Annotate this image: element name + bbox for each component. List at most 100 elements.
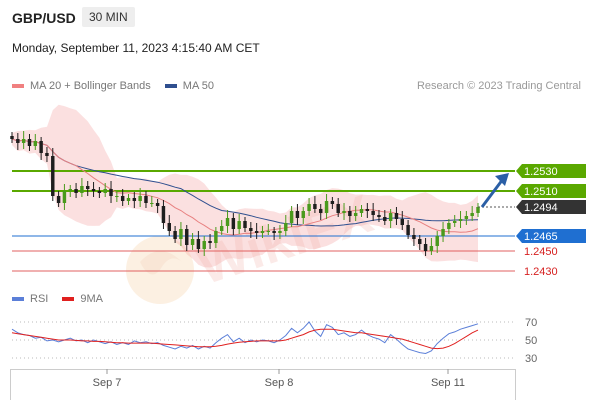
candle-body bbox=[219, 226, 224, 231]
candle-body bbox=[173, 231, 177, 239]
candle-body bbox=[161, 206, 166, 223]
candle-body bbox=[33, 141, 38, 146]
candle-body bbox=[16, 139, 20, 143]
candle-body bbox=[243, 221, 247, 228]
level-tag-label: 1.2465 bbox=[524, 231, 558, 243]
level-tag-label: 1.2450 bbox=[524, 246, 558, 258]
candle-body bbox=[10, 136, 14, 139]
forecast-arrow-shaft bbox=[480, 178, 505, 208]
candle-body bbox=[452, 221, 457, 223]
candle-body bbox=[254, 231, 259, 233]
candle-body bbox=[295, 211, 300, 218]
candle-body bbox=[74, 189, 78, 193]
candle-body bbox=[155, 203, 160, 206]
candle-body bbox=[80, 186, 84, 193]
level-tag: 1.2465 bbox=[516, 229, 586, 243]
candle-body bbox=[464, 216, 469, 219]
candle-body bbox=[272, 231, 276, 233]
candle-body bbox=[383, 217, 387, 221]
rsi-9ma-line bbox=[11, 328, 479, 350]
candle-body bbox=[412, 235, 416, 239]
candle-body bbox=[202, 241, 206, 249]
level-tag-label: 1.2530 bbox=[524, 166, 558, 178]
candle-body bbox=[284, 223, 288, 231]
candle-body bbox=[62, 191, 67, 203]
level-tag: 1.2510 bbox=[516, 184, 586, 198]
candle-body bbox=[51, 156, 55, 196]
level-tag-label: 1.2510 bbox=[524, 186, 558, 198]
candle-body bbox=[185, 229, 189, 245]
x-tick-label: Sep 11 bbox=[431, 377, 465, 389]
x-tick-label: Sep 7 bbox=[93, 377, 122, 389]
candle-body bbox=[400, 219, 405, 225]
candle-body bbox=[208, 241, 212, 243]
candle-body bbox=[313, 204, 317, 209]
rsi-line bbox=[11, 321, 479, 355]
candle-body bbox=[85, 186, 90, 189]
candle-body bbox=[388, 213, 393, 221]
level-tag-label: 1.2430 bbox=[524, 266, 558, 278]
candle-body bbox=[231, 218, 236, 229]
forecast-arrow-head bbox=[495, 173, 509, 186]
price-chart: WikiFX 1.25301.25101.24941.24651.24501.2… bbox=[10, 104, 586, 400]
rsi-tick-label: 70 bbox=[525, 317, 537, 329]
candle-body bbox=[301, 211, 305, 218]
candle-body bbox=[330, 201, 335, 204]
candle-body bbox=[353, 213, 358, 216]
x-axis: Sep 7 Sep 8 Sep 11 bbox=[10, 369, 516, 400]
candle-body bbox=[365, 209, 370, 211]
candle-body bbox=[237, 221, 241, 229]
candle-body bbox=[97, 191, 102, 193]
candle-body bbox=[132, 198, 137, 201]
svg-text:WikiFX: WikiFX bbox=[190, 184, 379, 297]
level-tag: 1.2530 bbox=[516, 164, 586, 178]
candle-body bbox=[429, 246, 434, 251]
candle-body bbox=[260, 231, 265, 233]
candle-body bbox=[68, 189, 72, 191]
candle-body bbox=[441, 229, 445, 236]
candle-body bbox=[179, 229, 183, 239]
candle-body bbox=[249, 228, 253, 231]
candle-body bbox=[307, 204, 311, 211]
candle-body bbox=[120, 196, 125, 201]
candle-body bbox=[126, 198, 131, 201]
candle-body bbox=[336, 204, 340, 213]
candle-body bbox=[394, 213, 399, 219]
candle-body bbox=[196, 239, 201, 249]
rsi-tick-label: 50 bbox=[525, 335, 537, 347]
candle-body bbox=[324, 201, 329, 213]
candle-body bbox=[21, 139, 26, 143]
candle-body bbox=[278, 231, 282, 233]
candle-body bbox=[109, 189, 113, 196]
x-tick-label: Sep 8 bbox=[265, 377, 294, 389]
level-tag: 1.2494 bbox=[516, 200, 586, 214]
candle-body bbox=[435, 236, 439, 246]
candle-body bbox=[225, 218, 230, 226]
candle-body bbox=[348, 211, 352, 216]
candle-body bbox=[406, 225, 410, 235]
candle-body bbox=[214, 231, 218, 243]
candle-body bbox=[91, 189, 96, 191]
candle-body bbox=[115, 196, 119, 197]
candle-body bbox=[458, 219, 463, 221]
candle-body bbox=[318, 209, 323, 213]
candle-body bbox=[418, 239, 422, 244]
rsi-tick-label: 30 bbox=[525, 353, 537, 365]
candle-body bbox=[476, 207, 480, 213]
candle-body bbox=[144, 196, 148, 203]
level-tags: 1.2530 1.2510 1.2494 1.2465 1.2450 1.2430 bbox=[516, 164, 586, 278]
candle-body bbox=[27, 139, 32, 146]
candle-body bbox=[371, 211, 375, 215]
candle-body bbox=[39, 141, 43, 153]
candle-body bbox=[423, 244, 428, 251]
candle-body bbox=[289, 211, 294, 223]
candle-body bbox=[447, 223, 451, 229]
level-tag-label: 1.2494 bbox=[524, 202, 558, 214]
candle-body bbox=[56, 196, 61, 203]
candle-body bbox=[470, 213, 474, 216]
candle-body bbox=[103, 189, 107, 193]
candle-body bbox=[150, 203, 154, 204]
candle-body bbox=[266, 231, 271, 232]
candle-body bbox=[190, 239, 195, 245]
candle-body bbox=[138, 196, 142, 201]
